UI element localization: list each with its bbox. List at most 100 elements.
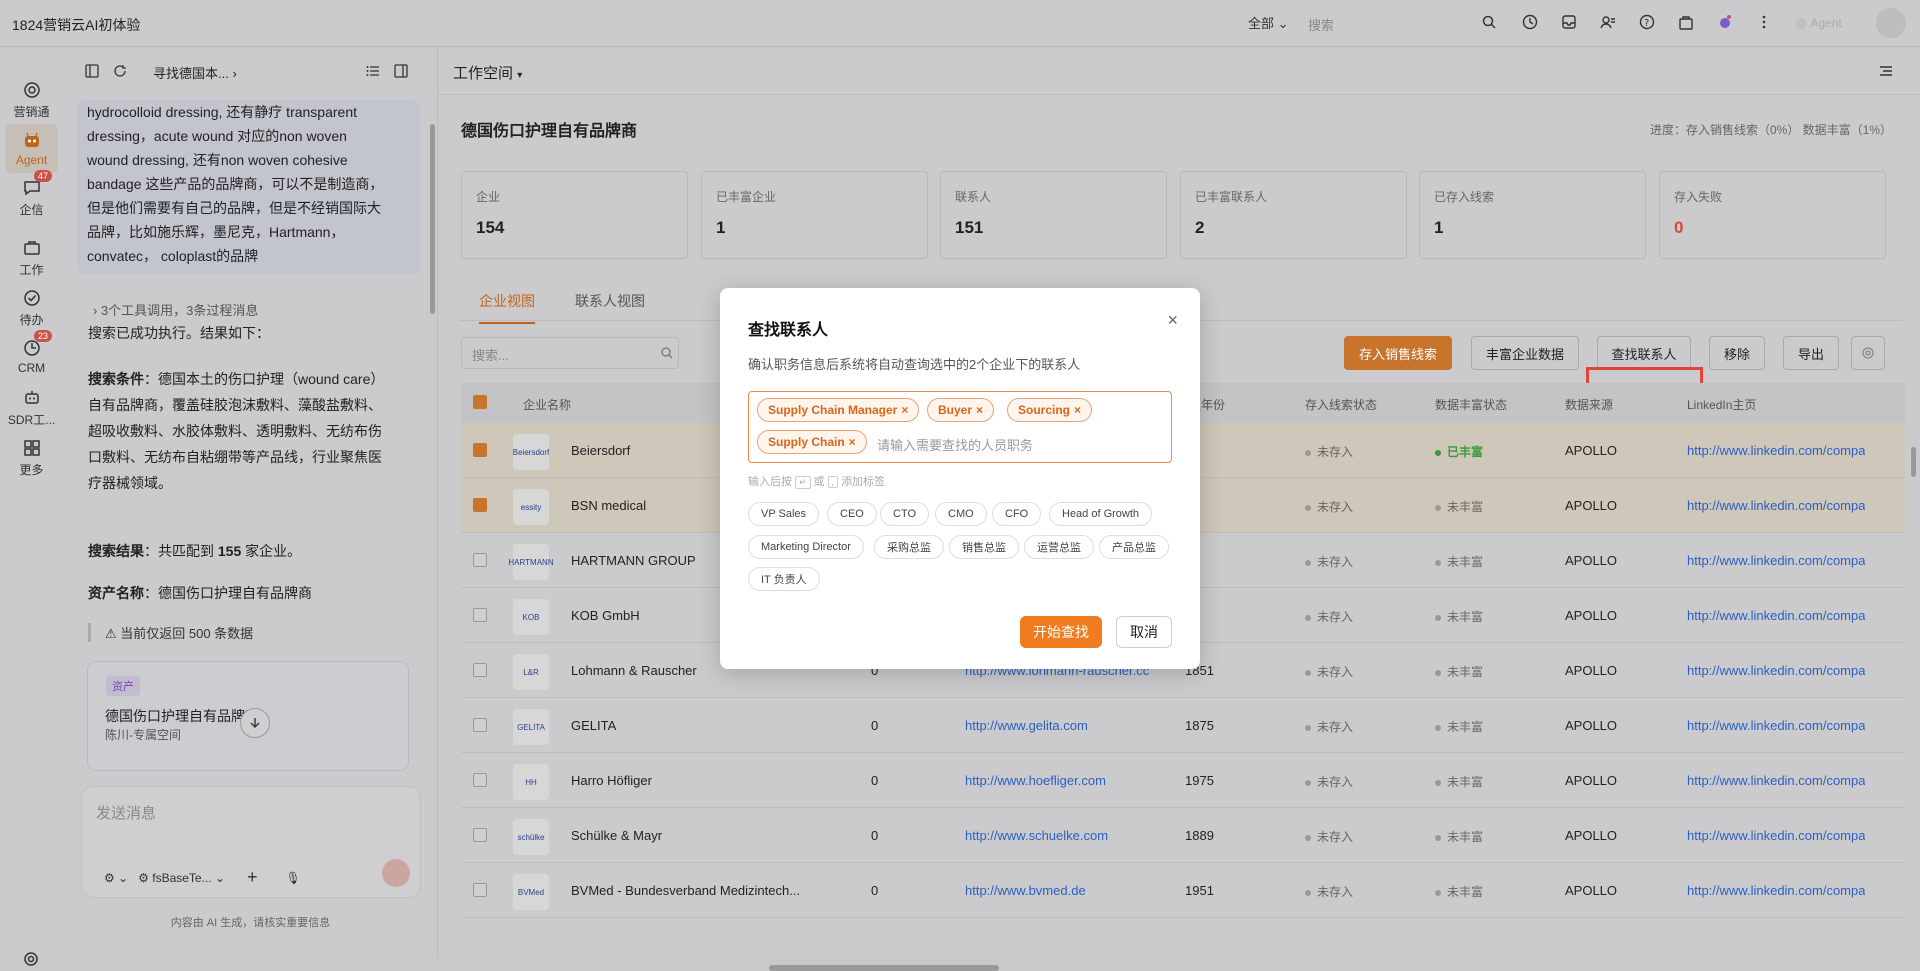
remove-tag-icon[interactable]: × xyxy=(1074,403,1081,417)
company-name[interactable]: Schülke & Mayr xyxy=(571,828,662,843)
row-checkbox[interactable] xyxy=(473,773,487,787)
bag-icon[interactable] xyxy=(1676,12,1696,32)
row-checkbox[interactable] xyxy=(473,718,487,732)
column-header[interactable]: 数据丰富状态 xyxy=(1435,396,1507,413)
help-icon[interactable]: ? xyxy=(1637,12,1657,32)
column-header[interactable]: 存入线索状态 xyxy=(1305,396,1377,413)
job-tag[interactable]: Supply Chain Manager × xyxy=(757,398,920,422)
job-tag[interactable]: Buyer × xyxy=(927,398,995,422)
job-title-tag-input[interactable]: Supply Chain Manager × Buyer × Sourcing × S… xyxy=(748,391,1172,463)
download-icon[interactable] xyxy=(240,708,270,738)
nav-item-sdr[interactable]: SDR工... xyxy=(0,388,63,428)
avatar[interactable] xyxy=(1876,8,1906,38)
tool-select-icon[interactable]: ⚙ ⌄ xyxy=(104,871,128,885)
settings-icon[interactable] xyxy=(22,950,40,968)
nav-item-todo[interactable]: 待办 xyxy=(0,288,63,328)
save-leads-button[interactable]: 存入销售线索 xyxy=(1344,336,1452,370)
agent-button[interactable]: ◎ Agent xyxy=(1790,11,1860,35)
more-vertical-icon[interactable] xyxy=(1754,12,1774,32)
website-link[interactable]: http://www.bvmed.de xyxy=(965,883,1086,898)
nav-item-agent[interactable]: Agent xyxy=(5,124,58,173)
horizontal-scrollbar[interactable] xyxy=(769,965,999,971)
column-header[interactable]: 数据来源 xyxy=(1565,396,1613,413)
clock-icon[interactable] xyxy=(1520,12,1540,32)
linkedin-link[interactable]: http://www.linkedin.com/compa xyxy=(1687,608,1865,623)
suggestion-tag[interactable]: 产品总监 xyxy=(1099,535,1169,559)
model-select[interactable]: ⚙ fsBaseTe... ⌄ xyxy=(138,871,225,885)
website-link[interactable]: http://www.hoefliger.com xyxy=(965,773,1106,788)
nav-item-work[interactable]: 工作 xyxy=(0,238,63,278)
website-link[interactable]: http://www.gelita.com xyxy=(965,718,1088,733)
linkedin-link[interactable]: http://www.linkedin.com/compa xyxy=(1687,663,1865,678)
remove-tag-icon[interactable]: × xyxy=(849,435,856,449)
find-contacts-button[interactable]: 查找联系人 xyxy=(1597,336,1691,370)
ai-assistant-icon[interactable] xyxy=(1715,12,1735,32)
export-button[interactable]: 导出 xyxy=(1783,336,1839,370)
refresh-icon[interactable] xyxy=(113,64,127,78)
table-row[interactable]: schülke Schülke & Mayr 0 http://www.schuelk… xyxy=(461,808,1905,863)
microphone-icon[interactable]: 🎙 xyxy=(286,871,301,885)
row-checkbox[interactable] xyxy=(473,828,487,842)
column-header[interactable]: 企业名称 xyxy=(523,396,571,413)
list-icon[interactable] xyxy=(366,64,380,78)
linkedin-link[interactable]: http://www.linkedin.com/compa xyxy=(1687,553,1865,568)
collapse-panel-icon[interactable] xyxy=(1879,64,1893,78)
nav-item-crm[interactable]: 23 CRM xyxy=(0,330,63,375)
tab-company-view[interactable]: 企业视图 xyxy=(479,291,535,324)
nav-item-more[interactable]: 更多 xyxy=(0,438,63,478)
column-header[interactable]: LinkedIn主页 xyxy=(1687,396,1756,413)
linkedin-link[interactable]: http://www.linkedin.com/compa xyxy=(1687,443,1865,458)
table-row[interactable]: HH Harro Höfliger 0 http://www.hoefliger.co… xyxy=(461,753,1905,808)
job-tag[interactable]: Sourcing × xyxy=(1007,398,1093,422)
suggestion-tag[interactable]: 运营总监 xyxy=(1024,535,1094,559)
row-checkbox[interactable] xyxy=(473,608,487,622)
company-name[interactable]: Harro Höfliger xyxy=(571,773,652,788)
settings-icon[interactable] xyxy=(1851,336,1885,370)
row-checkbox[interactable] xyxy=(473,498,487,512)
nav-item-marketing[interactable]: 营销通 xyxy=(0,80,63,120)
send-button[interactable] xyxy=(382,859,410,887)
remove-tag-icon[interactable]: × xyxy=(976,403,983,417)
linkedin-link[interactable]: http://www.linkedin.com/compa xyxy=(1687,498,1865,513)
table-row[interactable]: BVMed BVMed - Bundesverband Medizintech..… xyxy=(461,863,1905,918)
linkedin-link[interactable]: http://www.linkedin.com/compa xyxy=(1687,773,1865,788)
company-name[interactable]: BVMed - Bundesverband Medizintech... xyxy=(571,883,800,898)
suggestion-tag[interactable]: Marketing Director xyxy=(748,535,864,559)
suggestion-tag[interactable]: CMO xyxy=(935,502,987,526)
vertical-scrollbar[interactable] xyxy=(1911,447,1916,477)
suggestion-tag[interactable]: IT 负责人 xyxy=(748,567,820,591)
company-name[interactable]: BSN medical xyxy=(571,498,646,513)
suggestion-tag[interactable]: VP Sales xyxy=(748,502,820,526)
start-search-button[interactable]: 开始查找 xyxy=(1020,616,1102,648)
panel-layout-icon[interactable] xyxy=(394,64,408,78)
search-icon[interactable] xyxy=(1482,15,1496,29)
suggestion-tag[interactable]: CFO xyxy=(992,502,1042,526)
company-name[interactable]: HARTMANN GROUP xyxy=(571,553,696,568)
select-all-checkbox[interactable] xyxy=(473,395,487,409)
table-row[interactable]: GELITA GELITA 0 http://www.gelita.com 1875 未存… xyxy=(461,698,1905,753)
company-name[interactable]: Lohmann & Rauscher xyxy=(571,663,697,678)
company-name[interactable]: GELITA xyxy=(571,718,616,733)
tool-calls-toggle[interactable]: › 3个工具调用，3条过程消息 xyxy=(93,300,258,319)
chat-scrollbar[interactable] xyxy=(430,124,435,314)
chat-input[interactable]: 发送消息 ⚙ ⌄ ⚙ fsBaseTe... ⌄ + 🎙 xyxy=(81,786,421,898)
suggestion-tag[interactable]: Head of Growth xyxy=(1049,502,1153,526)
suggestion-tag[interactable]: 采购总监 xyxy=(874,535,944,559)
job-tag[interactable]: Supply Chain × xyxy=(757,430,867,454)
row-checkbox[interactable] xyxy=(473,663,487,677)
website-link[interactable]: http://www.schuelke.com xyxy=(965,828,1108,843)
global-search-input[interactable]: 搜索 xyxy=(1308,9,1468,37)
suggestion-tag[interactable]: CTO xyxy=(880,502,930,526)
sidebar-toggle-icon[interactable] xyxy=(85,64,99,78)
chat-title[interactable]: 寻找德国本... › xyxy=(153,63,237,82)
row-checkbox[interactable] xyxy=(473,883,487,897)
company-name[interactable]: KOB GmbH xyxy=(571,608,640,623)
plus-icon[interactable]: + xyxy=(247,867,258,888)
remove-button[interactable]: 移除 xyxy=(1709,336,1765,370)
row-checkbox[interactable] xyxy=(473,443,487,457)
remove-tag-icon[interactable]: × xyxy=(901,403,908,417)
asset-card[interactable]: 资产 德国伤口护理自有品牌商 陈川-专属空间 xyxy=(87,661,409,771)
tab-contact-view[interactable]: 联系人视图 xyxy=(575,291,645,311)
row-checkbox[interactable] xyxy=(473,553,487,567)
table-search-input[interactable]: 搜索... xyxy=(461,337,679,369)
